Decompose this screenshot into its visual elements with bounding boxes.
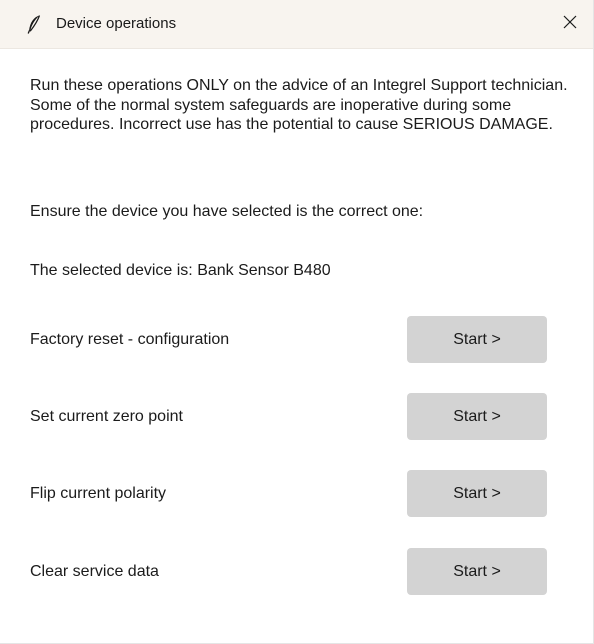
selected-device-text: The selected device is: Bank Sensor B480 xyxy=(30,262,331,279)
operation-label-flip-polarity: Flip current polarity xyxy=(30,485,167,502)
window-title: Device operations xyxy=(56,15,177,32)
feather-icon xyxy=(26,14,42,34)
ensure-device-text: Ensure the device you have selected is t… xyxy=(30,203,424,220)
close-button[interactable] xyxy=(548,6,592,42)
set-zero-point-start-button[interactable]: Start > xyxy=(407,393,547,440)
warning-text: Run these operations ONLY on the advice … xyxy=(30,77,568,133)
operation-label-factory-reset: Factory reset - configuration xyxy=(30,331,230,348)
close-icon xyxy=(563,15,577,34)
operation-label-set-zero-point: Set current zero point xyxy=(30,408,183,425)
clear-service-data-start-button[interactable]: Start > xyxy=(407,548,547,595)
flip-polarity-start-button[interactable]: Start > xyxy=(407,470,547,517)
operation-label-clear-service-data: Clear service data xyxy=(30,563,159,580)
title-bar: Device operations xyxy=(0,0,593,49)
device-operations-window: Device operations Run these operations O… xyxy=(0,0,594,644)
factory-reset-start-button[interactable]: Start > xyxy=(407,316,547,363)
